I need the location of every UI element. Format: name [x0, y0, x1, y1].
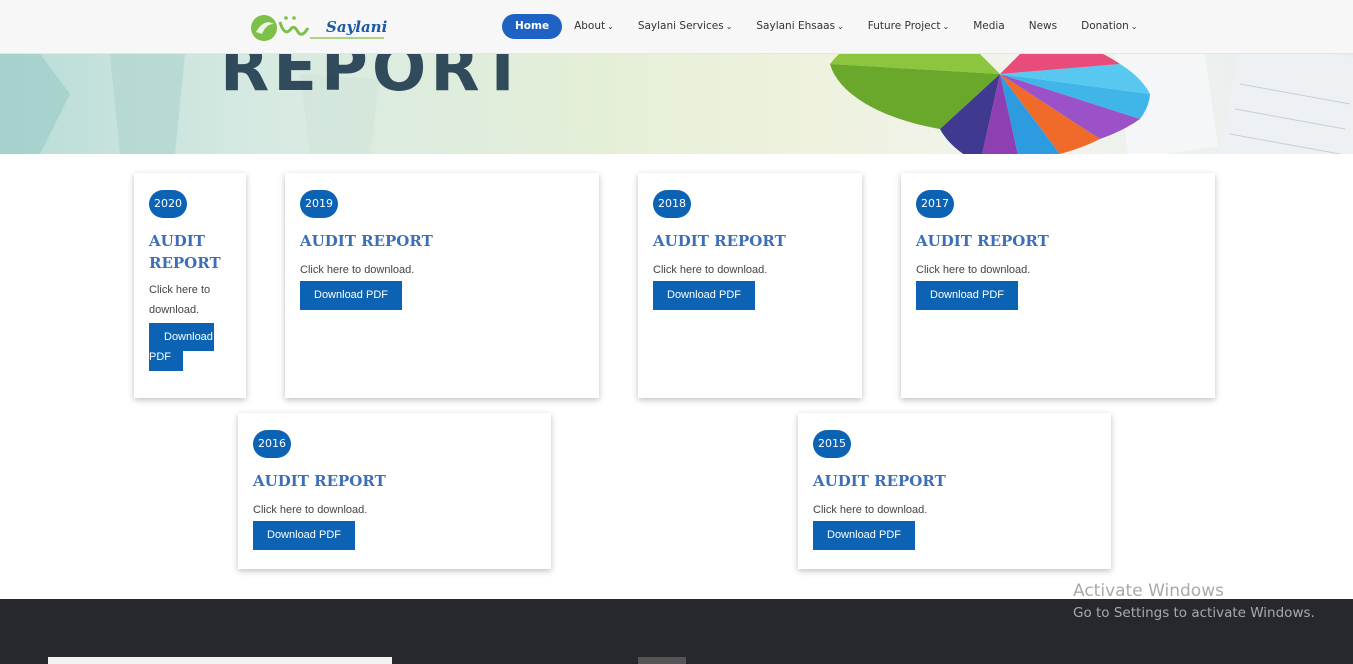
download-pdf-button[interactable]: Download PDF	[916, 281, 1018, 310]
card-title-line: AUDIT	[149, 232, 205, 250]
svg-text:Saylani: Saylani	[326, 18, 388, 36]
card-description: Click here to download.	[653, 264, 768, 276]
chevron-down-icon: ⌄	[607, 22, 614, 31]
nav-item-home[interactable]: Home	[502, 14, 563, 39]
footer-widget	[638, 657, 686, 664]
nav-item-saylani-services[interactable]: Saylani Services ⌄	[626, 14, 745, 39]
download-pdf-button[interactable]: Download PDF	[813, 521, 915, 550]
nav-item-donation[interactable]: Donation ⌄	[1069, 14, 1149, 39]
saylani-logo[interactable]: Saylani	[250, 10, 390, 46]
card-title: AUDIT REPORT	[253, 472, 386, 490]
card-description: Click here to download.	[253, 504, 368, 516]
nav-item-news[interactable]: News	[1017, 14, 1069, 39]
audit-card-2018: 2018 AUDIT REPORT Click here to download…	[638, 173, 862, 398]
nav-item-saylani-ehsaas[interactable]: Saylani Ehsaas ⌄	[744, 14, 855, 39]
card-title: AUDIT REPORT	[149, 230, 229, 274]
card-description: Click here to download.	[300, 264, 415, 276]
card-description: Click here to download.	[149, 280, 229, 320]
card-title: AUDIT REPORT	[916, 232, 1049, 250]
nav-item-label: Saylani Services	[637, 20, 724, 32]
footer-panel	[48, 657, 392, 664]
nav-item-label: Future Project	[867, 20, 941, 32]
card-title: AUDIT REPORT	[300, 232, 433, 250]
banner-graphic: REPORT	[0, 54, 1353, 154]
banner-heading: REPORT	[220, 54, 528, 106]
card-desc-line: download.	[149, 304, 200, 316]
nav-item-label: Home	[515, 20, 550, 32]
chevron-down-icon: ⌄	[1130, 22, 1138, 31]
chevron-down-icon: ⌄	[837, 22, 844, 31]
nav-item-about[interactable]: About ⌄	[562, 14, 626, 39]
year-badge: 2018	[653, 190, 691, 218]
hero-banner: REPORT	[0, 54, 1353, 154]
year-badge: 2016	[253, 430, 291, 458]
nav-item-label: Media	[973, 20, 1005, 32]
download-pdf-button[interactable]: Download PDF	[253, 521, 355, 550]
audit-card-2016: 2016 AUDIT REPORT Click here to download…	[238, 413, 551, 569]
saylani-logo-icon: Saylani	[251, 15, 388, 41]
year-badge: 2020	[149, 190, 187, 218]
nav-item-label: News	[1028, 20, 1058, 32]
card-desc-line: Click here to	[149, 284, 211, 296]
nav-item-label: Saylani Ehsaas	[756, 20, 836, 32]
card-title-line: REPORT	[149, 254, 221, 272]
nav-item-label: About	[574, 20, 606, 32]
download-pdf-button-wrap[interactable]: PDF	[149, 347, 183, 371]
watermark-title: Activate Windows	[1073, 581, 1224, 601]
year-badge: 2019	[300, 190, 338, 218]
year-badge: 2017	[916, 190, 954, 218]
nav-item-label: Donation	[1081, 20, 1129, 32]
watermark-subtitle: Go to Settings to activate Windows.	[1073, 605, 1315, 621]
download-pdf-button[interactable]: Download PDF	[300, 281, 402, 310]
chevron-down-icon: ⌄	[942, 22, 950, 31]
top-navbar: Saylani Home About ⌄ Saylani Services ⌄ Sayla…	[0, 0, 1353, 54]
chevron-down-icon: ⌄	[725, 22, 733, 31]
card-title: AUDIT REPORT	[813, 472, 946, 490]
audit-card-2017: 2017 AUDIT REPORT Click here to download…	[901, 173, 1215, 398]
activate-windows-watermark: Activate Windows Go to Settings to activ…	[1073, 580, 1315, 624]
year-badge: 2015	[813, 430, 851, 458]
card-description: Click here to download.	[916, 264, 1031, 276]
nav-item-media[interactable]: Media	[961, 14, 1017, 39]
download-pdf-button[interactable]: Download PDF	[653, 281, 755, 310]
audit-card-2019: 2019 AUDIT REPORT Click here to download…	[285, 173, 599, 398]
audit-card-2020: 2020 AUDIT REPORT Click here to download…	[134, 173, 246, 398]
card-title: AUDIT REPORT	[653, 232, 786, 250]
audit-card-2015: 2015 AUDIT REPORT Click here to download…	[798, 413, 1111, 569]
card-description: Click here to download.	[813, 504, 928, 516]
main-nav: Home About ⌄ Saylani Services ⌄ Saylani Ehsaa…	[502, 14, 1150, 39]
nav-item-future-project[interactable]: Future Project ⌄	[856, 14, 961, 39]
